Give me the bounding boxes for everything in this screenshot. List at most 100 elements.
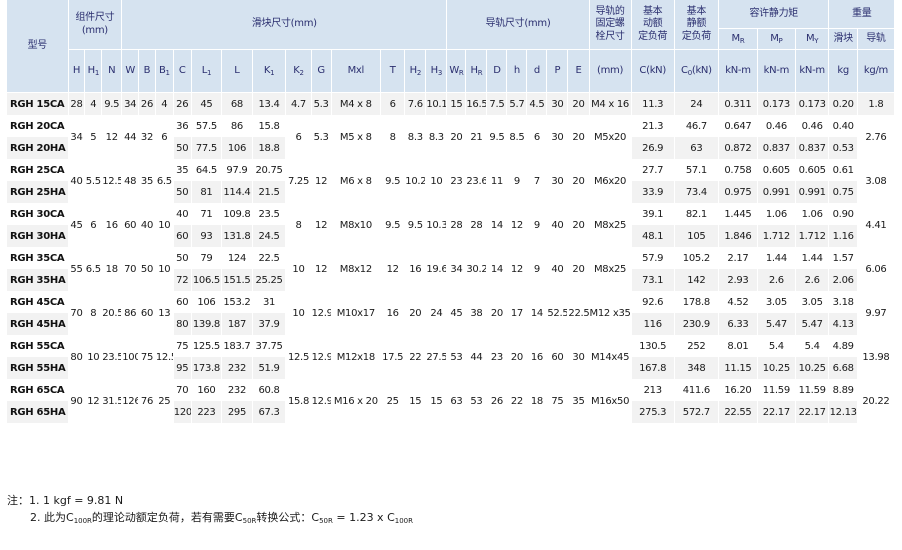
cell-k2: 4.7 xyxy=(285,92,312,115)
cell-n: 12.5 xyxy=(101,159,123,203)
cell-c: 95 xyxy=(173,357,192,379)
cell-mp: 0.991 xyxy=(757,181,796,203)
cell-cdyn: 57.9 xyxy=(631,247,675,269)
cell-mr: 0.872 xyxy=(718,137,758,159)
cell-l1: 45 xyxy=(191,92,223,115)
cell-k1: 31 xyxy=(252,291,287,313)
header-block: 滑块尺寸(mm) xyxy=(121,0,448,50)
cell-c: 40 xyxy=(173,203,192,225)
cell-my: 11.59 xyxy=(795,379,830,401)
cell-c0: 572.7 xyxy=(674,401,719,423)
cell-h3: 24 xyxy=(425,291,448,335)
cell-wr: 15 xyxy=(446,92,467,115)
cell-hr: 28 xyxy=(465,203,488,247)
cell-h3: 10.3 xyxy=(425,203,448,247)
cell-cdyn: 92.6 xyxy=(631,291,675,313)
cell-k2: 7.25 xyxy=(285,159,312,203)
cell-l1: 79 xyxy=(191,247,223,269)
cell-cdyn: 21.3 xyxy=(631,115,675,137)
cell-wblock: 8.89 xyxy=(828,379,858,401)
table-row: RGH 30CA 45 6 16 60 40 10 40 71 109.8 23.5 8 12 M8x10… xyxy=(7,203,896,247)
cell-n: 18 xyxy=(101,247,123,291)
cell-l1: 57.5 xyxy=(191,115,223,137)
cell-h3: 10.1 xyxy=(425,92,448,115)
col-h1: H1 xyxy=(84,49,103,93)
col-dyn-unit: C(kN) xyxy=(631,49,675,93)
col-d: D xyxy=(486,49,508,93)
cell-d: 14 xyxy=(526,291,548,335)
cell-my: 1.712 xyxy=(795,225,830,247)
cell-c0: 82.1 xyxy=(674,203,719,225)
cell-l: 151.5 xyxy=(221,269,253,291)
cell-c: 120 xyxy=(173,401,192,423)
cell-c0: 348 xyxy=(674,357,719,379)
cell-wr: 34 xyxy=(446,247,467,291)
col-weight-block-unit: kg xyxy=(828,49,858,93)
cell-d: 18 xyxy=(526,379,548,423)
cell-cdyn: 26.9 xyxy=(631,137,675,159)
cell-t: 6 xyxy=(380,92,406,115)
cell-d: 9 xyxy=(526,203,548,247)
cell-hr: 44 xyxy=(465,335,488,379)
notes-prefix: 注： xyxy=(7,494,29,507)
cell-cdyn: 167.8 xyxy=(631,357,675,379)
cell-b1: 12.5 xyxy=(155,335,174,379)
cell-d: 20 xyxy=(486,291,508,335)
cell-d: 16 xyxy=(526,335,548,379)
cell-mp: 1.06 xyxy=(757,203,796,225)
cell-mxl: M4 x 8 xyxy=(331,92,382,115)
cell-w: 86 xyxy=(121,291,140,335)
cell-bolt: M8x25 xyxy=(589,203,632,247)
cell-my: 1.44 xyxy=(795,247,830,269)
col-h: h xyxy=(506,49,528,93)
cell-k2: 6 xyxy=(285,115,312,159)
notes: 注：1. 1 kgf = 9.81 N 2. 此为C100R的理论动额定负荷，若… xyxy=(7,492,413,530)
cell-hr: 30.2 xyxy=(465,247,488,291)
cell-mp: 1.44 xyxy=(757,247,796,269)
model-cell: RGH 30HA xyxy=(7,225,69,247)
cell-mr: 0.758 xyxy=(718,159,758,181)
cell-p: 40 xyxy=(546,247,569,291)
cell-c0: 142 xyxy=(674,269,719,291)
cell-h: 17 xyxy=(506,291,528,335)
cell-n: 16 xyxy=(101,203,123,247)
cell-wr: 28 xyxy=(446,203,467,247)
col-e: E xyxy=(567,49,590,93)
cell-b: 40 xyxy=(138,203,156,247)
cell-h: 12 xyxy=(506,203,528,247)
cell-c: 60 xyxy=(173,291,192,313)
cell-wrail: 2.76 xyxy=(857,115,896,159)
cell-n: 20.5 xyxy=(101,291,123,335)
model-cell: RGH 25HA xyxy=(7,181,69,203)
cell-c0: 63 xyxy=(674,137,719,159)
cell-wr: 45 xyxy=(446,291,467,335)
cell-cdyn: 275.3 xyxy=(631,401,675,423)
cell-hr: 16.5 xyxy=(465,92,488,115)
cell-mp: 0.46 xyxy=(757,115,796,137)
cell-d: 26 xyxy=(486,379,508,423)
cell-h: 45 xyxy=(68,203,86,247)
cell-h: 8.5 xyxy=(506,115,528,159)
cell-c0: 73.4 xyxy=(674,181,719,203)
cell-c0: 230.9 xyxy=(674,313,719,335)
cell-wr: 63 xyxy=(446,379,467,423)
cell-l1: 223 xyxy=(191,401,223,423)
cell-c: 60 xyxy=(173,225,192,247)
cell-d: 6 xyxy=(526,115,548,159)
table-row: RGH 55CA801023.51007512.575125.5183.737.… xyxy=(7,335,896,379)
cell-l: 131.8 xyxy=(221,225,253,247)
cell-wblock: 0.20 xyxy=(828,92,858,115)
cell-p: 30 xyxy=(546,115,569,159)
cell-k2: 10 xyxy=(285,291,312,335)
cell-bolt: M16x50 xyxy=(589,379,632,423)
cell-wblock: 3.18 xyxy=(828,291,858,313)
cell-mr: 22.55 xyxy=(718,401,758,423)
col-moment-unit: kN-m xyxy=(757,49,796,93)
cell-mxl: M8x10 xyxy=(331,203,382,247)
cell-wrail: 4.41 xyxy=(857,203,896,247)
cell-cdyn: 213 xyxy=(631,379,675,401)
cell-cdyn: 48.1 xyxy=(631,225,675,247)
cell-h: 9 xyxy=(506,159,528,203)
model-cell: RGH 55HA xyxy=(7,357,69,379)
cell-h1: 5 xyxy=(84,115,103,159)
